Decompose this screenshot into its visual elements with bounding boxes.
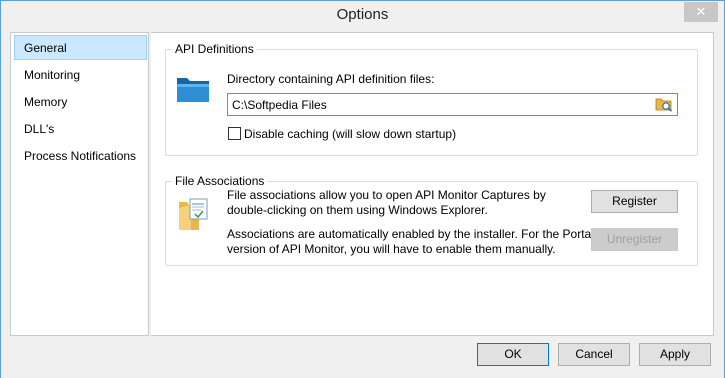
cancel-button[interactable]: Cancel bbox=[558, 343, 630, 366]
api-definitions-group-label: API Definitions bbox=[172, 41, 257, 57]
directory-label: Directory containing API definition file… bbox=[227, 72, 435, 86]
unregister-button: Unregister bbox=[591, 228, 678, 251]
sidebar-item-monitoring[interactable]: Monitoring bbox=[14, 62, 147, 87]
options-dialog: Options ✕ General Monitoring Memory DLL'… bbox=[0, 0, 725, 378]
file-associations-description-line1: File associations allow you to open API … bbox=[227, 188, 546, 202]
close-icon: ✕ bbox=[695, 4, 707, 19]
disable-caching-label[interactable]: Disable caching (will slow down startup) bbox=[244, 127, 456, 142]
sidebar-item-label: Process Notifications bbox=[24, 149, 137, 163]
sidebar-item-general[interactable]: General bbox=[14, 35, 147, 60]
sidebar-item-dlls[interactable]: DLL's bbox=[14, 116, 147, 141]
folder-browse-icon[interactable] bbox=[655, 96, 673, 112]
ok-button[interactable]: OK bbox=[477, 343, 549, 366]
sidebar-item-process-notifications[interactable]: Process Notifications bbox=[14, 143, 147, 168]
sidebar-item-label: General bbox=[24, 41, 67, 55]
sidebar-item-label: Memory bbox=[24, 95, 68, 109]
title-bar[interactable]: Options ✕ bbox=[1, 1, 724, 32]
window-title: Options bbox=[336, 6, 389, 23]
sidebar-item-label: DLL's bbox=[24, 122, 55, 136]
file-association-folder-icon bbox=[179, 198, 208, 230]
file-associations-description-line2: double-clicking on them using Windows Ex… bbox=[227, 203, 488, 217]
apply-button[interactable]: Apply bbox=[639, 343, 711, 366]
close-button[interactable]: ✕ bbox=[684, 2, 718, 22]
register-button[interactable]: Register bbox=[591, 190, 678, 213]
sidebar-item-label: Monitoring bbox=[24, 68, 81, 82]
auto-associations-line2: version of API Monitor, you will have to… bbox=[227, 242, 556, 256]
folder-icon bbox=[177, 78, 209, 102]
auto-associations-line1: Associations are automatically enabled b… bbox=[227, 227, 608, 241]
disable-caching-checkbox[interactable] bbox=[228, 127, 241, 140]
options-category-list: General Monitoring Memory DLL's Process … bbox=[10, 32, 149, 336]
file-associations-group-label: File Associations bbox=[172, 173, 268, 189]
sidebar-item-memory[interactable]: Memory bbox=[14, 89, 147, 114]
api-directory-input[interactable] bbox=[227, 93, 678, 116]
